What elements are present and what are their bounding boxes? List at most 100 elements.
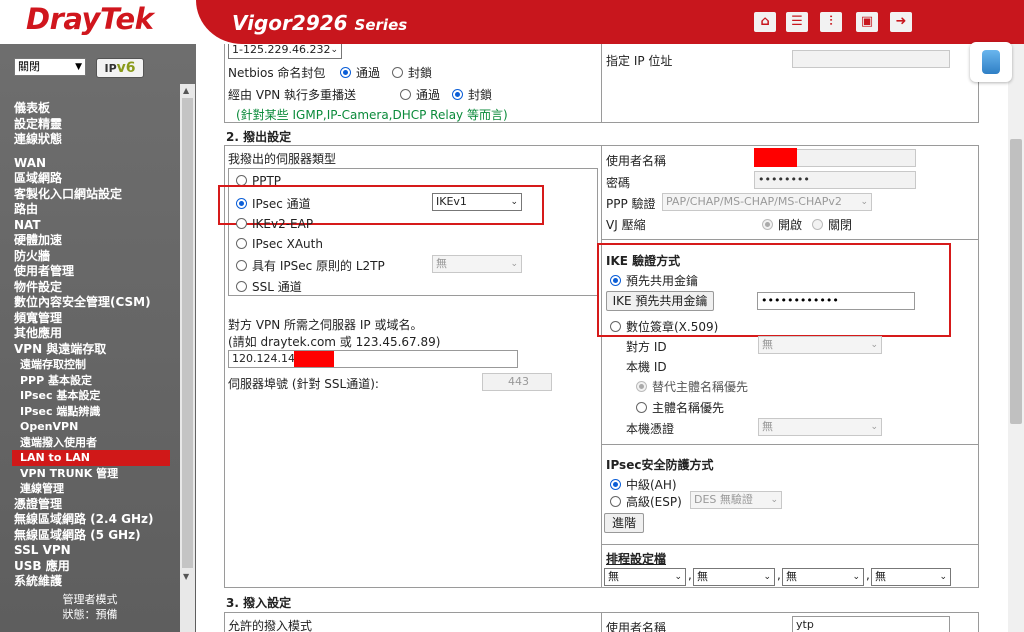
schedule-select-4[interactable]: 無 ⌄ xyxy=(871,568,951,586)
sidebar-menu: 儀表板 設定精靈 連線狀態 WAN 區域網路 客製化入口網站設定 路由 NAT … xyxy=(0,101,180,590)
schedule-select-3[interactable]: 無 ⌄ xyxy=(782,568,864,586)
server-type-title: 我撥出的伺服器類型 xyxy=(228,152,337,166)
status-label: 狀態：預備 xyxy=(62,608,118,621)
sidebar-item-ppp[interactable]: PPP 基本設定 xyxy=(0,373,180,389)
sidebar-item-hw-accel[interactable]: 硬體加速 xyxy=(0,233,180,249)
ip-select[interactable]: 1-125.229.46.232 ⌄ xyxy=(228,44,342,59)
sidebar-item-wlan-24[interactable]: 無線區域網路 (2.4 GHz) xyxy=(0,512,180,528)
local-cert-select[interactable]: 無 ⌄ xyxy=(758,418,882,436)
multicast-note: (針對某些 IGMP,IP-Camera,DHCP Relay 等而言) xyxy=(236,108,508,122)
main-scroll-thumb[interactable] xyxy=(1010,139,1022,424)
chevron-down-icon: ⌄ xyxy=(939,572,947,582)
netbios-block-radio[interactable]: 封鎖 xyxy=(392,64,432,81)
sidebar-item-wizard[interactable]: 設定精靈 xyxy=(0,117,180,133)
logout-icon[interactable]: ➜ xyxy=(890,12,912,32)
sidebar-item-conn-mgmt[interactable]: 連線管理 xyxy=(0,481,180,497)
schedule-separator: , xyxy=(777,568,781,582)
sidebar-item-dashboard[interactable]: 儀表板 xyxy=(0,101,180,117)
sidebar-scrollbar[interactable]: ▲ ▼ xyxy=(180,84,195,632)
alt-subject-radio[interactable]: 替代主體名稱優先 xyxy=(636,378,748,395)
sidebar-item-vpn-trunk[interactable]: VPN TRUNK 管理 xyxy=(0,466,180,482)
floating-app-icon[interactable] xyxy=(970,42,1012,82)
ipv6-label: IP xyxy=(104,62,117,75)
netbios-pass-radio[interactable]: 通過 xyxy=(340,64,380,81)
ah-radio[interactable]: 中級(AH) xyxy=(610,476,677,493)
xauth-radio[interactable]: IPsec XAuth xyxy=(236,237,323,251)
dialin-username-input[interactable]: ytp xyxy=(792,616,950,632)
sidebar-item-usb[interactable]: USB 應用 xyxy=(0,559,180,575)
allowed-mode-label: 允許的撥入模式 xyxy=(228,619,313,632)
sidebar-item-portal[interactable]: 客製化入口網站設定 xyxy=(0,187,180,203)
radio-icon xyxy=(400,89,411,100)
sidebar-item-lan-to-lan[interactable]: LAN to LAN xyxy=(12,450,170,466)
subject-radio[interactable]: 主體名稱優先 xyxy=(636,399,724,416)
ikev2-radio[interactable]: IKEv2-EAP xyxy=(236,217,313,231)
sidebar-item-applications[interactable]: 其他應用 xyxy=(0,326,180,342)
language-select[interactable]: 關閉 ▼ xyxy=(14,58,86,76)
peer-id-select[interactable]: 無 ⌄ xyxy=(758,336,882,354)
subject-label: 主體名稱優先 xyxy=(652,401,725,415)
l2tp-radio[interactable]: 具有 IPSec 原則的 L2TP xyxy=(236,257,385,274)
sidebar-item-csm[interactable]: 數位內容安全管理(CSM) xyxy=(0,295,180,311)
specify-ip-input[interactable] xyxy=(792,50,950,68)
scroll-down-icon[interactable]: ▼ xyxy=(183,572,189,581)
ssl-radio[interactable]: SSL 通道 xyxy=(236,278,302,295)
sidebar-item-firewall[interactable]: 防火牆 xyxy=(0,249,180,265)
sidebar-item-maintenance[interactable]: 系統維護 xyxy=(0,574,180,590)
ah-label: 中級(AH) xyxy=(626,478,677,492)
peer-id-label: 對方 ID xyxy=(626,340,667,354)
multicast-block-radio[interactable]: 封鎖 xyxy=(452,86,492,103)
sidebar-item-routing[interactable]: 路由 xyxy=(0,202,180,218)
admin-mode-label: 管理者模式 xyxy=(62,593,118,606)
sidebar-item-bandwidth[interactable]: 頻寬管理 xyxy=(0,311,180,327)
sidebar-item-wlan-5[interactable]: 無線區域網路 (5 GHz) xyxy=(0,528,180,544)
esp-label: 高級(ESP) xyxy=(626,495,682,509)
sidebar-item-vpn[interactable]: VPN 與遠端存取 xyxy=(0,342,180,358)
radio-icon xyxy=(236,218,247,229)
password-input[interactable]: •••••••• xyxy=(754,171,916,189)
advanced-button[interactable]: 進階 xyxy=(604,513,644,533)
server-host-input[interactable]: 120.124.145 xyxy=(228,350,518,368)
sidebar-item-dialin-users[interactable]: 遠端撥入使用者 xyxy=(0,435,180,451)
esp-radio[interactable]: 高級(ESP) xyxy=(610,493,682,510)
server-host-example: (請如 draytek.com 或 123.45.67.89) xyxy=(228,335,441,349)
radio-icon xyxy=(236,281,247,292)
sidebar-scroll-thumb[interactable] xyxy=(182,98,193,568)
sidebar-item-status[interactable]: 連線狀態 xyxy=(0,132,180,148)
sidebar-item-remote-access[interactable]: 遠端存取控制 xyxy=(0,357,180,373)
sidebar-item-wan[interactable]: WAN xyxy=(0,156,180,172)
list-icon[interactable]: ☰ xyxy=(786,12,808,32)
model-name: Vigor2926 xyxy=(232,11,348,35)
sidebar-item-objects[interactable]: 物件設定 xyxy=(0,280,180,296)
server-port-input[interactable]: 443 xyxy=(482,373,552,391)
scroll-up-icon[interactable]: ▲ xyxy=(183,86,189,95)
multicast-pass-radio[interactable]: 通過 xyxy=(400,86,440,103)
sidebar-item-user-mgmt[interactable]: 使用者管理 xyxy=(0,264,180,280)
sidebar-item-ssl-vpn[interactable]: SSL VPN xyxy=(0,543,180,559)
vj-off-radio[interactable]: 關閉 xyxy=(812,216,852,233)
home-icon[interactable]: ⌂ xyxy=(754,12,776,32)
sidebar-item-ipsec-general[interactable]: IPsec 基本設定 xyxy=(0,388,180,404)
sidebar-item-ipsec-peer[interactable]: IPsec 端點辨識 xyxy=(0,404,180,420)
chevron-down-icon: ⌄ xyxy=(860,197,868,207)
esp-select[interactable]: DES 無驗證 ⌄ xyxy=(690,491,782,509)
ipv6-button[interactable]: IPv6 xyxy=(96,58,144,78)
dialout-section-title: 2. 撥出設定 xyxy=(226,130,292,144)
ppp-auth-select[interactable]: PAP/CHAP/MS-CHAP/MS-CHAPv2 ⌄ xyxy=(662,193,872,211)
schedule-select-1[interactable]: 無 ⌄ xyxy=(604,568,686,586)
app-header: DrayTek Vigor2926 Series ⌂ ☰ ⫶ ▣ ➜ xyxy=(0,0,1024,44)
sliders-icon[interactable]: ⫶ xyxy=(820,12,842,32)
sidebar-item-openvpn[interactable]: OpenVPN xyxy=(0,419,180,435)
sidebar-footer: 管理者模式 狀態：預備 xyxy=(0,592,180,622)
main-scrollbar[interactable] xyxy=(1008,44,1024,632)
vj-on-radio[interactable]: 開啟 xyxy=(762,216,802,233)
model-series: Series xyxy=(354,16,408,34)
save-icon[interactable]: ▣ xyxy=(856,12,878,32)
sidebar-item-certificates[interactable]: 憑證管理 xyxy=(0,497,180,513)
schedule-title[interactable]: 排程設定檔 xyxy=(606,550,666,567)
sidebar-item-nat[interactable]: NAT xyxy=(0,218,180,234)
sidebar-item-lan[interactable]: 區域網路 xyxy=(0,171,180,187)
redaction-box xyxy=(754,148,797,167)
l2tp-policy-select[interactable]: 無 ⌄ xyxy=(432,255,522,273)
schedule-select-2[interactable]: 無 ⌄ xyxy=(693,568,775,586)
